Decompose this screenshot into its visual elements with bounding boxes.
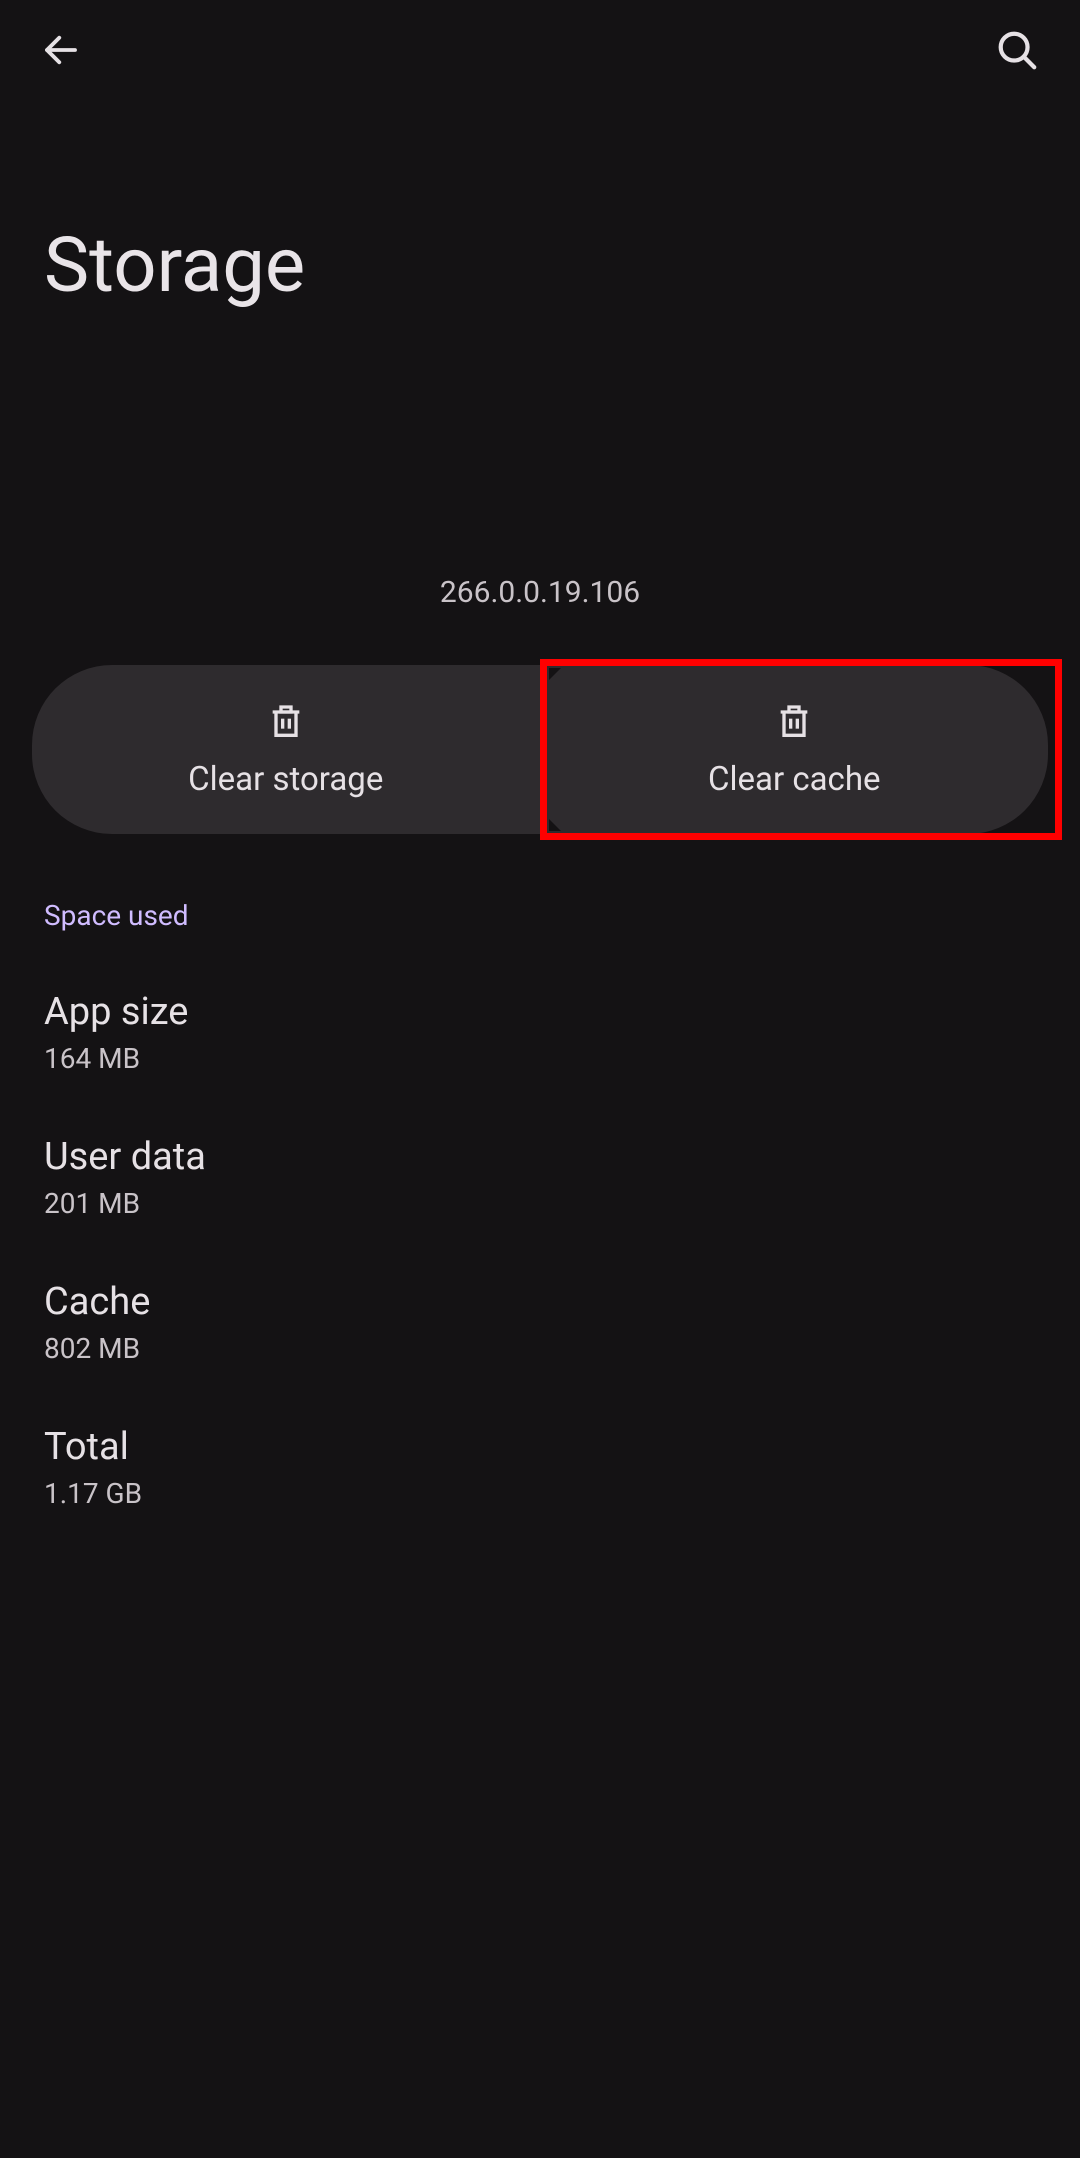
info-label: App size: [44, 990, 1036, 1034]
info-value: 1.17 GB: [44, 1477, 1036, 1510]
clear-storage-label: Clear storage: [188, 760, 383, 799]
list-item: Cache 802 MB: [44, 1250, 1036, 1395]
app-version: 266.0.0.19.106: [0, 575, 1080, 610]
info-value: 802 MB: [44, 1332, 1036, 1365]
trash-icon: [774, 700, 814, 744]
info-label: Total: [44, 1425, 1036, 1469]
space-used-list: App size 164 MB User data 201 MB Cache 8…: [0, 960, 1080, 1540]
action-button-row: Clear storage Clear cache: [32, 665, 1048, 834]
list-item: User data 201 MB: [44, 1105, 1036, 1250]
clear-cache-button[interactable]: Clear cache: [541, 665, 1049, 834]
list-item: App size 164 MB: [44, 960, 1036, 1105]
info-value: 201 MB: [44, 1187, 1036, 1220]
search-button[interactable]: [994, 27, 1040, 73]
space-used-header: Space used: [0, 834, 1080, 960]
trash-icon: [266, 700, 306, 744]
page-title: Storage: [0, 100, 1080, 350]
info-label: User data: [44, 1135, 1036, 1179]
arrow-back-icon: [40, 29, 82, 71]
list-item: Total 1.17 GB: [44, 1395, 1036, 1540]
clear-storage-button[interactable]: Clear storage: [32, 665, 540, 834]
info-label: Cache: [44, 1280, 1036, 1324]
info-value: 164 MB: [44, 1042, 1036, 1075]
back-button[interactable]: [40, 29, 82, 71]
search-icon: [994, 27, 1040, 73]
clear-cache-label: Clear cache: [708, 760, 881, 799]
